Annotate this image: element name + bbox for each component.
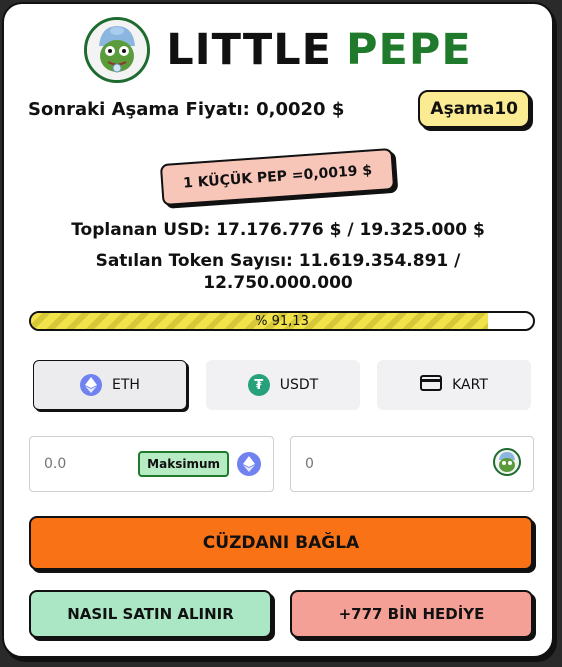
rate-wrap: 1 KÜÇÜK PEP =0,0019 $ <box>4 147 552 207</box>
pepe-logo <box>84 17 151 83</box>
stage-badge: Aşama10 <box>418 90 530 128</box>
pay-card-button[interactable]: KART <box>377 360 531 410</box>
stage-row: Sonraki Aşama Fiyatı: 0,0020 $ Aşama10 <box>28 86 530 132</box>
eth-icon <box>237 452 261 476</box>
connect-wallet-button[interactable]: CÜZDANI BAĞLA <box>29 516 533 570</box>
pay-amount-field[interactable]: Maksimum <box>29 436 274 492</box>
tether-icon: ₮ <box>247 374 270 396</box>
receive-amount-field[interactable] <box>290 436 534 492</box>
max-button[interactable]: Maksimum <box>138 451 229 477</box>
pay-eth-label: ETH <box>112 377 140 393</box>
bonus-button[interactable]: +777 BİN HEDİYE <box>290 590 533 638</box>
credit-card-icon <box>420 375 443 395</box>
header: LITTLE PEPE <box>4 16 552 84</box>
tokens-sold-line-1: Satılan Token Sayısı: 11.619.354.891 / <box>95 251 461 271</box>
title-accent: PEPE <box>346 25 472 75</box>
pay-usdt-label: USDT <box>279 377 319 393</box>
presale-widget: LITTLE PEPE Sonraki Aşama Fiyatı: 0,0020 … <box>2 2 554 658</box>
exchange-rate-label: 1 KÜÇÜK PEP =0,0019 $ <box>160 147 396 207</box>
how-to-buy-button[interactable]: NASIL SATIN ALINIR <box>29 590 272 638</box>
pay-amount-input[interactable] <box>42 455 139 473</box>
pay-eth-button[interactable]: ETH <box>33 360 187 410</box>
title-main: LITTLE <box>166 25 333 75</box>
sale-progress-bar: % 91,13 <box>29 311 535 331</box>
tokens-sold-line-2: 12.750.000.000 <box>203 273 353 293</box>
progress-percent: % 91,13 <box>255 313 309 329</box>
receive-amount-input[interactable] <box>303 455 493 473</box>
app-title: LITTLE PEPE <box>166 25 472 75</box>
pay-card-label: KART <box>452 377 488 393</box>
eth-icon <box>80 374 103 396</box>
next-stage-price: Sonraki Aşama Fiyatı: 0,0020 $ <box>28 98 345 120</box>
payment-options: ETH ₮ USDT KART <box>33 360 533 410</box>
pay-usdt-button[interactable]: ₮ USDT <box>206 360 360 410</box>
pepe-token-icon <box>493 448 521 480</box>
raised-usd: Toplanan USD: 17.176.776 $ / 19.325.000 … <box>71 220 485 240</box>
